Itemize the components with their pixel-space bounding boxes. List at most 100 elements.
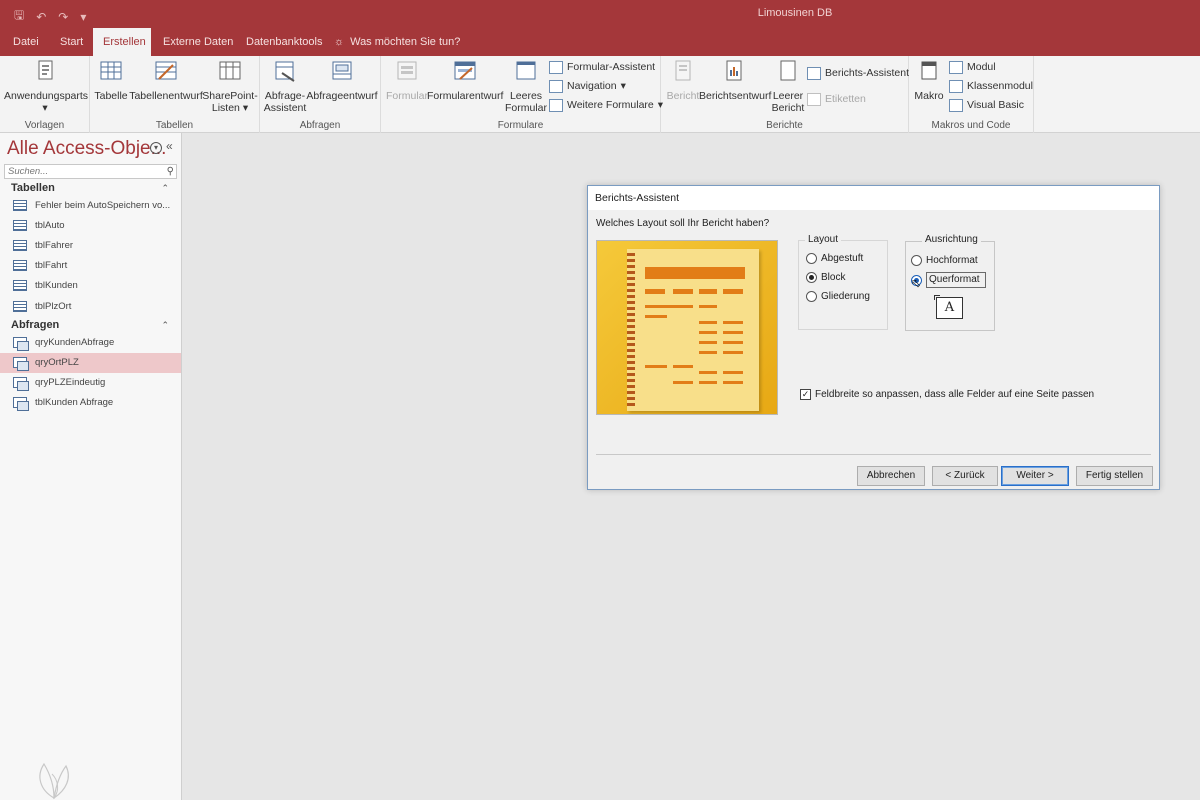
nav-section-tabellen[interactable]: Tabellen ⌃ <box>0 180 181 196</box>
list-item[interactable]: tblFahrt <box>0 256 181 276</box>
layout-group-label: Layout <box>805 234 842 245</box>
class-module-icon <box>949 79 963 93</box>
form-wizard-icon <box>549 60 563 74</box>
preview-bar <box>699 289 717 294</box>
preview-ring <box>627 367 635 370</box>
list-item[interactable]: qryPLZEindeutig <box>0 373 181 393</box>
title-bar: 🖫 ↶ ↷ ▾ Limousinen DB <box>0 0 1200 28</box>
weitere-formulare-button[interactable]: Weitere Formulare ▾ <box>549 96 663 114</box>
preview-bar <box>673 289 693 294</box>
preview-bar <box>673 305 693 308</box>
list-item[interactable]: tblPlzOrt <box>0 297 181 317</box>
preview-bar <box>723 381 743 384</box>
radio-button[interactable] <box>806 252 817 264</box>
formular-assistent-button[interactable]: Formular-Assistent <box>549 58 655 76</box>
makro-button[interactable]: Makro <box>911 59 947 102</box>
preview-ring <box>627 373 635 376</box>
navigation-button[interactable]: Navigation ▾ <box>549 77 626 95</box>
query-icon <box>13 357 29 371</box>
collapse-section-icon[interactable]: ⌃ <box>161 317 169 333</box>
list-item[interactable]: tblFahrer <box>0 236 181 256</box>
search-icon[interactable]: ⚲ <box>167 165 174 178</box>
klassenmodul-button[interactable]: Klassenmodul <box>949 77 1033 95</box>
radio-button-checked[interactable] <box>806 271 817 283</box>
form-icon <box>397 61 417 80</box>
lightbulb-icon: ☼ <box>334 36 345 48</box>
tab-erstellen[interactable]: Erstellen <box>93 28 151 56</box>
radio-gliederung[interactable]: Gliederung <box>806 289 870 303</box>
preview-ring <box>627 397 635 400</box>
radio-button[interactable] <box>806 290 817 302</box>
preview-bar <box>699 341 717 344</box>
list-item[interactable]: tblKunden Abfrage <box>0 393 181 413</box>
leerer-bericht-button[interactable]: Leerer Bericht <box>769 59 807 114</box>
query-icon <box>13 337 29 351</box>
collapse-pane-icon[interactable]: « <box>166 139 173 153</box>
sharepoint-listen-button[interactable]: SharePoint- Listen ▾ <box>202 59 258 114</box>
preview-ring <box>627 319 635 322</box>
tab-externe-daten[interactable]: Externe Daten <box>153 28 243 56</box>
app-title: Limousinen DB <box>757 7 833 19</box>
list-item[interactable]: tblAuto <box>0 216 181 236</box>
tell-me-search[interactable]: ☼ Was möchten Sie tun? <box>334 28 460 56</box>
tab-datenbanktools[interactable]: Datenbanktools <box>236 28 332 56</box>
preview-bar <box>699 381 717 384</box>
collapse-section-icon[interactable]: ⌃ <box>161 180 169 196</box>
anwendungsparts-button[interactable]: Anwendungsparts ▾ <box>4 59 88 114</box>
preview-ring <box>627 271 635 274</box>
abfrageentwurf-button[interactable]: Abfrageentwurf <box>306 59 378 102</box>
list-item[interactable]: Fehler beim AutoSpeichern vo... <box>0 196 181 216</box>
preview-ring <box>627 337 635 340</box>
navigation-pane: Alle Access-Obje... ▾ « Suchen... ⚲ Tabe… <box>0 133 182 800</box>
landscape-orientation-icon: A <box>934 295 963 319</box>
tabellenentwurf-button[interactable]: Tabellenentwurf <box>128 59 204 102</box>
chevron-down-icon[interactable]: ▾ <box>150 142 162 154</box>
report-design-icon <box>726 60 742 81</box>
tabelle-button[interactable]: Tabelle <box>93 59 129 102</box>
radio-block[interactable]: Block <box>806 270 845 284</box>
group-label-abfragen: Abfragen <box>299 120 341 131</box>
fit-fields-checkbox[interactable]: ✓ <box>800 389 811 400</box>
preview-ring <box>627 277 635 280</box>
list-item[interactable]: tblKunden <box>0 276 181 296</box>
list-item-selected[interactable]: qryOrtPLZ <box>0 353 181 373</box>
labels-icon <box>807 92 821 106</box>
formularentwurf-button[interactable]: Formularentwurf <box>427 59 503 102</box>
modul-button[interactable]: Modul <box>949 58 996 76</box>
preview-bar <box>645 305 675 308</box>
radio-querformat[interactable]: Querformat <box>911 272 986 288</box>
bericht-button[interactable]: Bericht <box>663 59 703 102</box>
preview-bar <box>723 321 743 324</box>
fit-fields-checkbox-row[interactable]: ✓ Feldbreite so anpassen, dass alle Feld… <box>800 389 1094 400</box>
table-icon <box>13 280 27 291</box>
back-button[interactable]: < Zurück <box>932 466 998 486</box>
group-vorlagen: Anwendungsparts ▾ Vorlagen <box>0 56 90 133</box>
dialog-title: Berichts-Assistent <box>588 186 1159 210</box>
radio-abgestuft[interactable]: Abgestuft <box>806 251 863 265</box>
formular-button[interactable]: Formular <box>383 59 431 102</box>
next-button[interactable]: Weiter > <box>1001 466 1069 486</box>
abfrage-assistent-button[interactable]: Abfrage- Assistent <box>262 59 308 114</box>
layout-preview <box>596 240 778 415</box>
tab-start[interactable]: Start <box>50 28 93 56</box>
berichts-assistent-button[interactable]: Berichts-Assistent <box>807 64 909 82</box>
report-wizard-dialog: Berichts-Assistent Welches Layout soll I… <box>587 185 1160 490</box>
preview-bar <box>645 289 665 294</box>
visual-basic-button[interactable]: Visual Basic <box>949 96 1024 114</box>
finish-button[interactable]: Fertig stellen <box>1076 466 1153 486</box>
leeres-formular-button[interactable]: Leeres Formular <box>504 59 548 114</box>
etiketten-button[interactable]: Etiketten <box>807 90 866 108</box>
cancel-button[interactable]: Abbrechen <box>857 466 925 486</box>
tab-datei[interactable]: Datei <box>3 28 49 56</box>
nav-pane-title[interactable]: Alle Access-Obje... <box>7 138 166 160</box>
berichtsentwurf-button[interactable]: Berichtsentwurf <box>699 59 771 102</box>
nav-section-abfragen[interactable]: Abfragen ⌃ <box>0 317 181 333</box>
preview-ring <box>627 391 635 394</box>
watermark-leaf-icon <box>39 762 69 800</box>
group-formulare: Formular Formularentwurf Leeres Formular… <box>381 56 663 133</box>
radio-hochformat[interactable]: Hochformat <box>911 253 978 267</box>
more-forms-icon <box>549 98 563 112</box>
radio-button[interactable] <box>911 254 922 266</box>
nav-search-input[interactable]: Suchen... ⚲ <box>4 164 177 179</box>
list-item[interactable]: qryKundenAbfrage <box>0 333 181 353</box>
